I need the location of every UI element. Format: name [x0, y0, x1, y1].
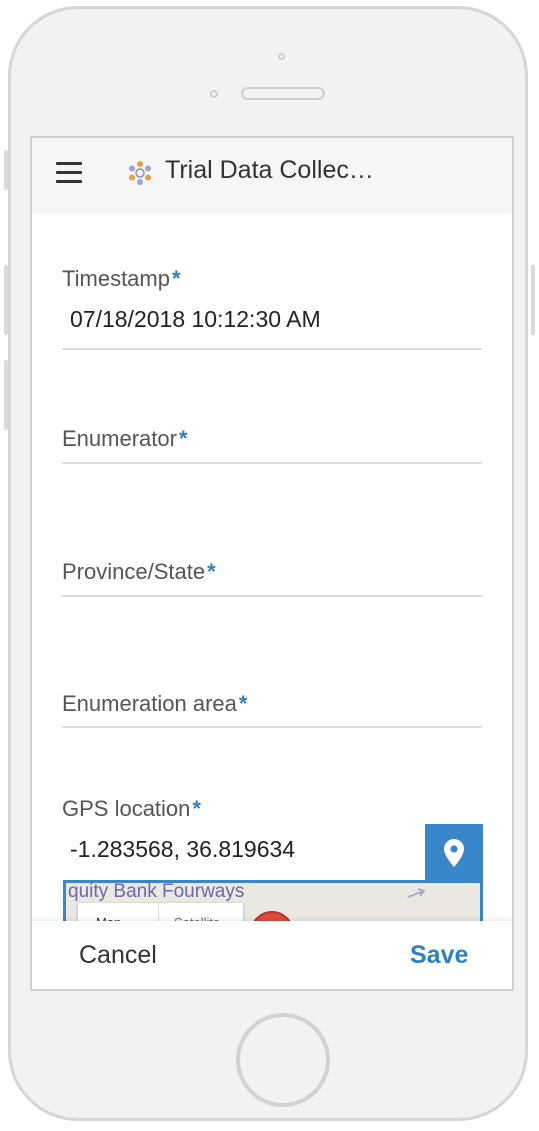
cancel-button[interactable]: Cancel	[79, 941, 157, 970]
required-asterisk: *	[192, 796, 201, 821]
side-button-power	[531, 265, 535, 335]
hamburger-menu-icon[interactable]	[56, 162, 82, 184]
proximity-sensor	[210, 90, 218, 98]
side-button-volume-up	[4, 265, 8, 335]
front-camera	[278, 53, 285, 60]
enumerator-underline	[62, 462, 482, 464]
app-bar: Trial Data Collec…	[32, 138, 512, 210]
timestamp-value: 07/18/2018 10:12:30 AM	[70, 306, 321, 332]
province-state-underline	[62, 595, 482, 597]
province-state-label: Province/State*	[62, 559, 216, 584]
enumerator-label: Enumerator*	[62, 426, 188, 451]
app-screen: Trial Data Collec… Timestamp* 07/18/2018…	[30, 136, 514, 991]
app-title: Trial Data Collec…	[165, 156, 374, 184]
home-button[interactable]	[236, 1013, 330, 1107]
province-state-field[interactable]: Province/State*	[62, 559, 482, 599]
side-button-mute	[4, 150, 8, 190]
gps-location-value: -1.283568, 36.819634	[70, 836, 296, 862]
gps-location-field[interactable]: GPS location* -1.283568, 36.819634	[62, 796, 482, 876]
location-pin-icon	[444, 839, 464, 867]
map-road-label: quity Bank Fourways	[68, 881, 245, 902]
required-asterisk: *	[178, 426, 188, 451]
enumeration-area-label: Enumeration area*	[62, 691, 248, 716]
enumerator-field[interactable]: Enumerator*	[62, 426, 482, 466]
timestamp-field[interactable]: Timestamp* 07/18/2018 10:12:30 AM	[62, 266, 482, 350]
required-asterisk: *	[238, 691, 248, 716]
road-direction-arrow-icon	[407, 888, 426, 898]
timestamp-label: Timestamp*	[62, 266, 181, 291]
side-button-volume-down	[4, 360, 8, 430]
app-logo-icon	[129, 161, 151, 185]
save-button[interactable]: Save	[410, 941, 468, 970]
locate-button[interactable]	[425, 824, 483, 882]
gps-location-label: GPS location*	[62, 796, 201, 821]
bottom-action-bar: Cancel Save	[32, 921, 512, 989]
timestamp-underline	[62, 348, 482, 350]
required-asterisk: *	[171, 266, 181, 291]
enumeration-area-underline	[62, 726, 482, 728]
enumeration-area-field[interactable]: Enumeration area*	[62, 691, 482, 731]
required-asterisk: *	[207, 559, 216, 584]
earpiece-speaker	[241, 87, 325, 100]
